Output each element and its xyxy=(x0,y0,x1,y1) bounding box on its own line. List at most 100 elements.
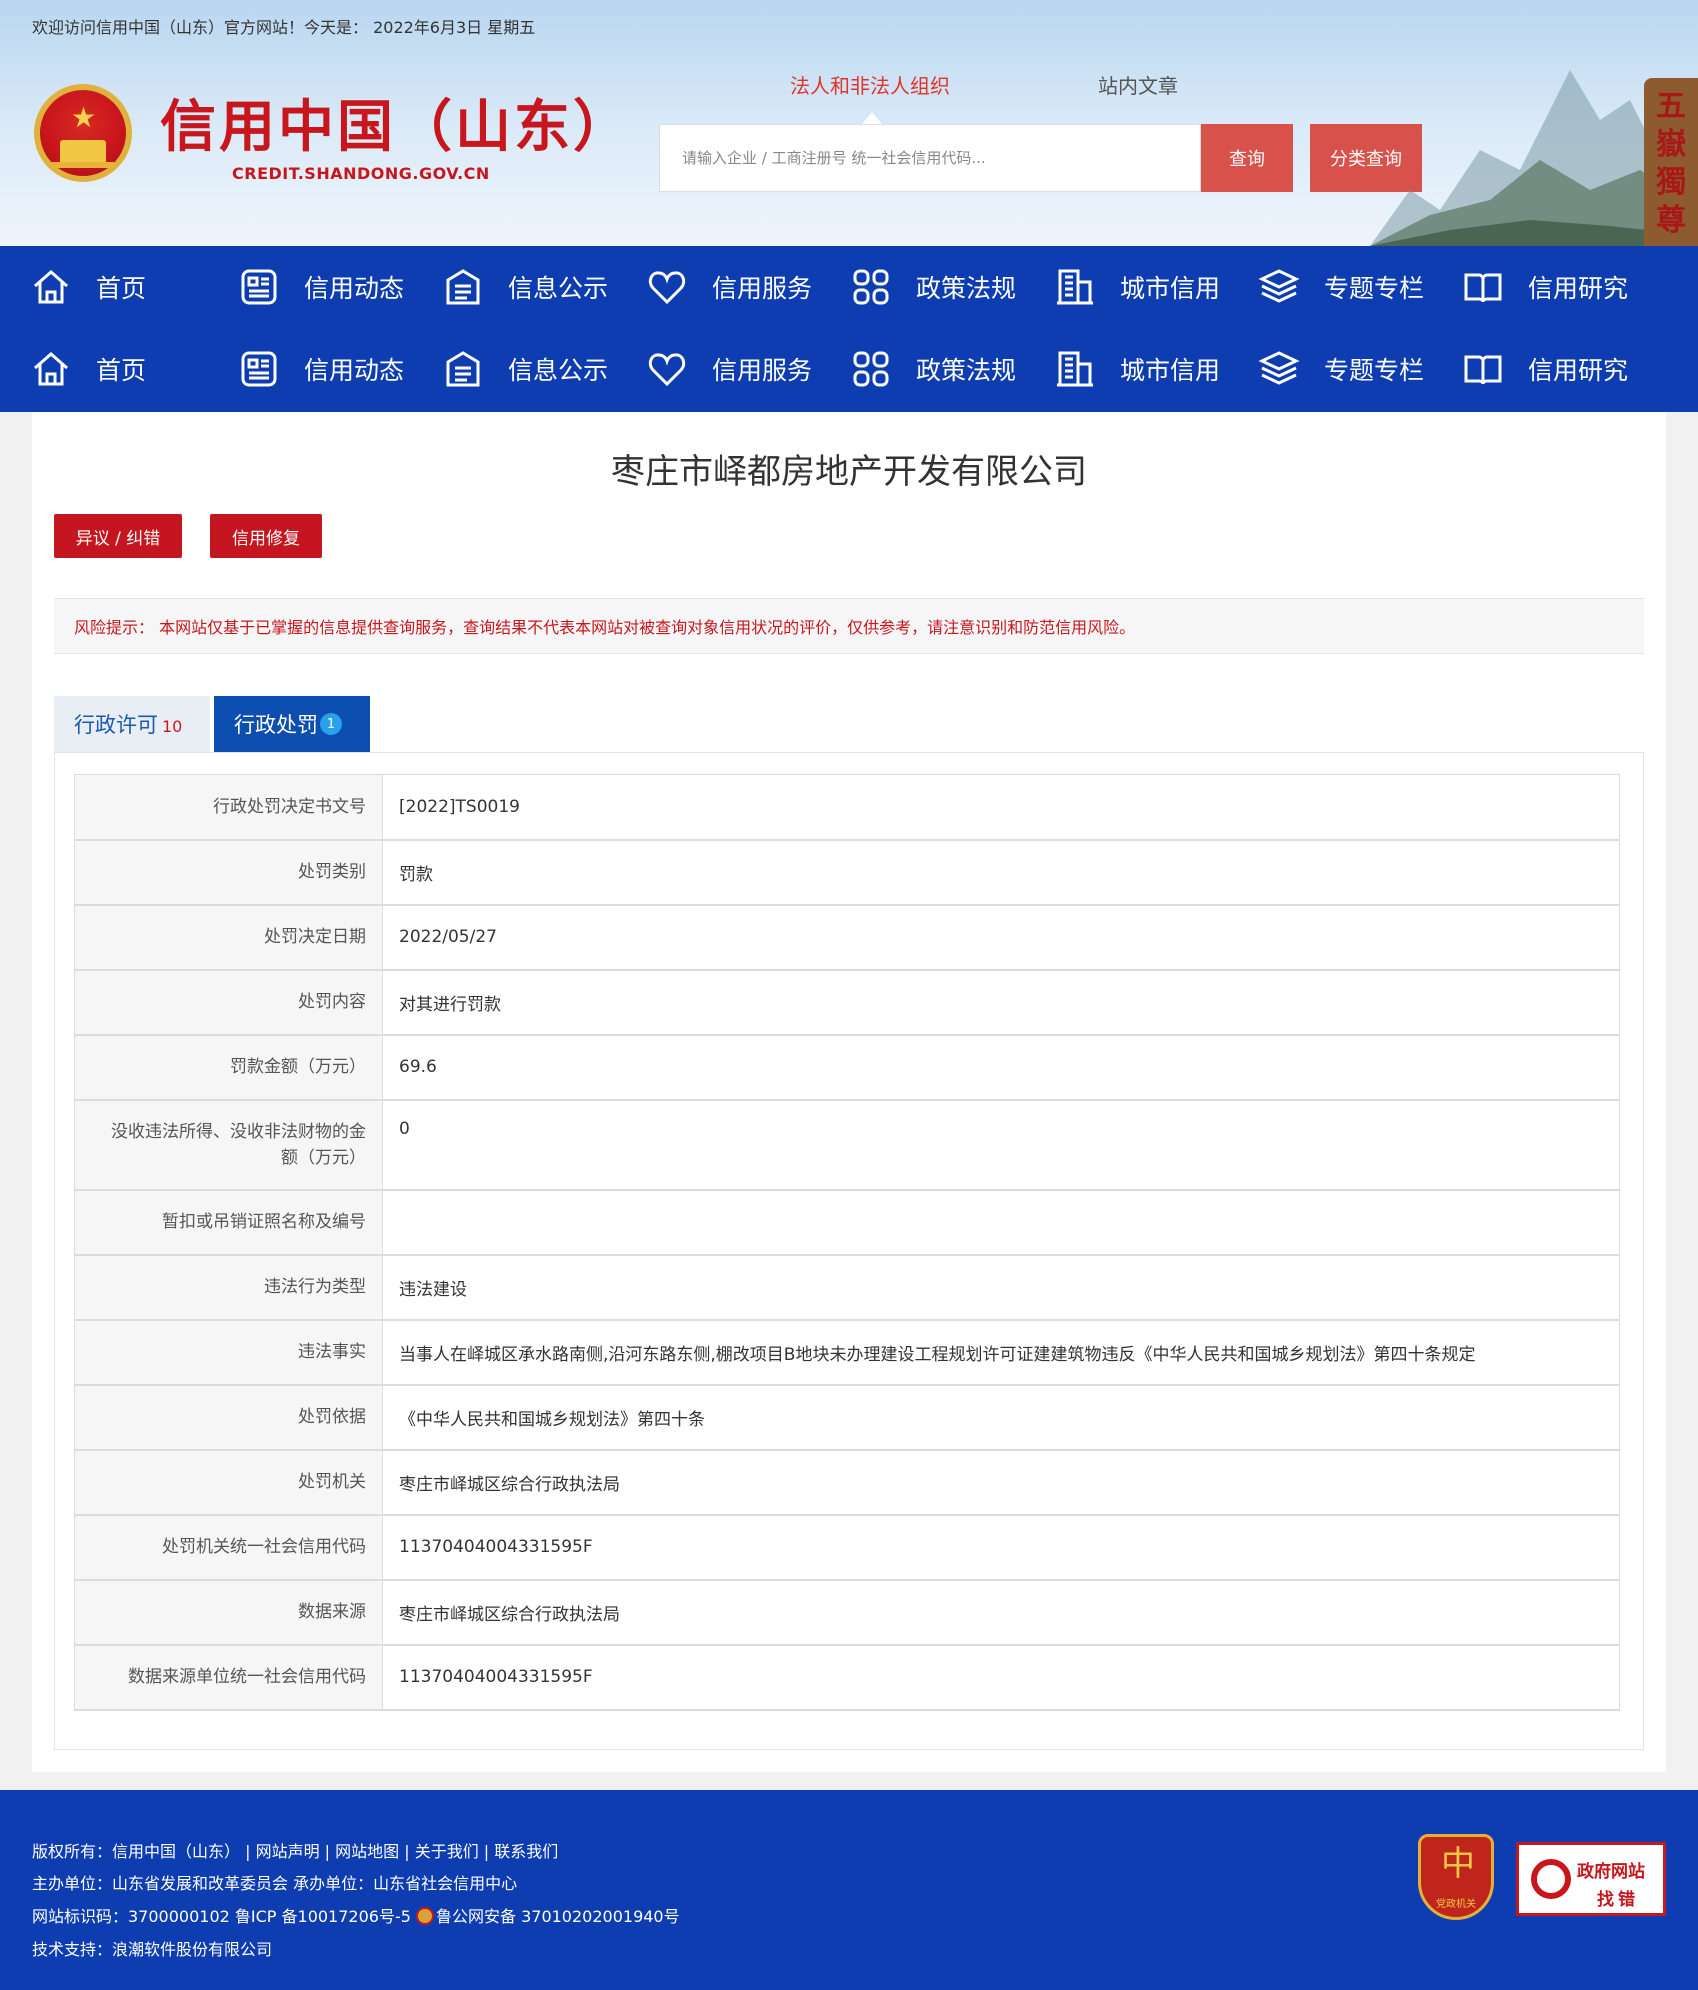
news-icon xyxy=(241,269,277,305)
nav-label: 专题专栏 xyxy=(1324,274,1425,303)
nav-label: 信用研究 xyxy=(1528,356,1629,385)
nav-item-credit-service[interactable]: 信用服务 xyxy=(646,328,812,410)
risk-notice: 风险提示： 本网站仅基于已掌握的信息提供查询服务，查询结果不代表本网站对被查询对… xyxy=(54,598,1644,654)
field-value: 11370404004331595F xyxy=(382,1514,1620,1581)
nav-label: 专题专栏 xyxy=(1324,356,1425,385)
police-badge-icon xyxy=(416,1907,434,1925)
penalty-record-table: 行政处罚决定书文号 [2022]TS0019 处罚类别 罚款 处罚决定日期 2022/… xyxy=(74,774,1620,1711)
nav-label: 政策法规 xyxy=(916,274,1017,303)
grid-icon xyxy=(853,269,889,305)
nav-row: 首页 信用动态 信息公示 信用服务 政策法规 城市信用 专题专栏 信用研究 xyxy=(0,246,1698,328)
objection-button[interactable]: 异议 / 纠错 xyxy=(54,514,182,558)
nav-label: 首页 xyxy=(96,356,147,385)
nav-label: 城市信用 xyxy=(1120,356,1221,385)
home-icon xyxy=(34,270,68,304)
layers-icon xyxy=(1258,269,1300,303)
site-footer: 版权所有：信用中国（山东） | 网站声明 | 网站地图 | 关于我们 | 联系我… xyxy=(0,1790,1698,1990)
nav-item-city-credit[interactable]: 城市信用 xyxy=(1054,246,1220,328)
nav-item-research[interactable]: 信用研究 xyxy=(1462,246,1628,328)
party-badge-label: 党政机关 xyxy=(1436,1899,1476,1910)
field-label: 处罚类别 xyxy=(74,839,383,906)
nav-item-credit-service[interactable]: 信用服务 xyxy=(646,246,812,328)
nav-label: 信用研究 xyxy=(1528,274,1629,303)
credit-repair-button[interactable]: 信用修复 xyxy=(210,514,322,558)
table-row: 处罚决定日期 2022/05/27 xyxy=(74,904,1620,971)
table-row: 违法行为类型 违法建设 xyxy=(74,1254,1620,1321)
nav-item-home[interactable]: 首页 xyxy=(30,246,146,328)
nav-item-home[interactable]: 首页 xyxy=(30,328,146,410)
tab-admin-penalty[interactable]: 行政处罚 1 xyxy=(214,696,370,752)
search-box xyxy=(659,124,1201,192)
nav-item-topics[interactable]: 专题专栏 xyxy=(1258,328,1424,410)
nav-item-credit-news[interactable]: 信用动态 xyxy=(238,328,404,410)
field-label: 罚款金额（万元） xyxy=(74,1034,383,1101)
field-value: 《中华人民共和国城乡规划法》第四十条 xyxy=(382,1384,1620,1451)
site-logo-domain: CREDIT.SHANDONG.GOV.CN xyxy=(232,164,490,183)
footer-tech-support: 技术支持：浪潮软件股份有限公司 xyxy=(32,1940,273,1959)
table-row: 行政处罚决定书文号 [2022]TS0019 xyxy=(74,774,1620,841)
site-logo-title[interactable]: 信用中国（山东） xyxy=(160,82,632,163)
gov-badge-title: 政府网站 xyxy=(1577,1862,1645,1882)
footer-icp[interactable]: 网站标识码：3700000102 鲁ICP 备10017206号-5 xyxy=(32,1907,411,1926)
table-row: 处罚机关统一社会信用代码 11370404004331595F xyxy=(74,1514,1620,1581)
gov-badge-subtitle: 找错 xyxy=(1597,1890,1639,1910)
main-content: 枣庄市峄都房地产开发有限公司 异议 / 纠错 信用修复 风险提示： 本网站仅基于… xyxy=(32,412,1666,1772)
field-value: 对其进行罚款 xyxy=(382,969,1620,1036)
field-value: 违法建设 xyxy=(382,1254,1620,1321)
heart-icon xyxy=(648,271,686,305)
nav-item-credit-news[interactable]: 信用动态 xyxy=(238,246,404,328)
footer-police-record[interactable]: 鲁公网安备 37010202001940号 xyxy=(436,1907,680,1926)
book-icon xyxy=(1464,355,1502,385)
nav-label: 信息公示 xyxy=(508,356,609,385)
field-label: 行政处罚决定书文号 xyxy=(74,774,383,841)
nav-item-info-notice[interactable]: 信息公示 xyxy=(442,328,608,410)
heart-icon xyxy=(648,353,686,387)
site-header: 欢迎访问信用中国（山东）官方网站！今天是： 2022年6月3日 星期五 ★ 信用… xyxy=(0,0,1698,246)
welcome-text: 欢迎访问信用中国（山东）官方网站！今天是： 2022年6月3日 星期五 xyxy=(32,18,536,37)
field-label: 处罚决定日期 xyxy=(74,904,383,971)
field-value: 2022/05/27 xyxy=(382,904,1620,971)
table-row: 违法事实 当事人在峄城区承水路南侧,沿河东路东侧,棚改项目B地块未办理建设工程规划… xyxy=(74,1319,1620,1386)
field-value: 11370404004331595F xyxy=(382,1644,1620,1711)
field-value: 0 xyxy=(382,1099,1620,1191)
search-input[interactable] xyxy=(660,125,1200,191)
table-row: 数据来源单位统一社会信用代码 11370404004331595F xyxy=(74,1644,1620,1711)
tab-admin-license[interactable]: 行政许可 10 xyxy=(54,696,210,752)
field-label: 数据来源 xyxy=(74,1579,383,1646)
plaque-image: 五嶽獨尊 xyxy=(1644,78,1698,246)
nav-label: 信用服务 xyxy=(712,274,813,303)
footer-copyright-links[interactable]: 版权所有：信用中国（山东） | 网站声明 | 网站地图 | 关于我们 | 联系我… xyxy=(32,1838,558,1862)
field-value xyxy=(382,1189,1620,1256)
table-row: 处罚类别 罚款 xyxy=(74,839,1620,906)
field-value: [2022]TS0019 xyxy=(382,774,1620,841)
search-tab-organizations[interactable]: 法人和非法人组织 xyxy=(790,70,950,99)
nav-item-info-notice[interactable]: 信息公示 xyxy=(442,246,608,328)
building-icon xyxy=(1057,351,1093,387)
nav-item-topics[interactable]: 专题专栏 xyxy=(1258,246,1424,328)
field-label: 处罚机关 xyxy=(74,1449,383,1516)
field-label: 暂扣或吊销证照名称及编号 xyxy=(74,1189,383,1256)
nav-label: 首页 xyxy=(96,274,147,303)
table-row: 罚款金额（万元） 69.6 xyxy=(74,1034,1620,1101)
field-label: 处罚依据 xyxy=(74,1384,383,1451)
nav-item-policy[interactable]: 政策法规 xyxy=(850,246,1016,328)
table-row: 数据来源 枣庄市峄城区综合行政执法局 xyxy=(74,1579,1620,1646)
field-label: 处罚机关统一社会信用代码 xyxy=(74,1514,383,1581)
field-label: 违法事实 xyxy=(74,1319,383,1386)
national-emblem-icon: ★ xyxy=(34,84,132,182)
main-nav: 首页 信用动态 信息公示 信用服务 政策法规 城市信用 专题专栏 信用研究 首页… xyxy=(0,246,1698,412)
nav-item-city-credit[interactable]: 城市信用 xyxy=(1054,328,1220,410)
notice-icon xyxy=(446,351,480,387)
field-label: 处罚内容 xyxy=(74,969,383,1036)
nav-label: 城市信用 xyxy=(1120,274,1221,303)
nav-item-research[interactable]: 信用研究 xyxy=(1462,328,1628,410)
table-row: 处罚机关 枣庄市峄城区综合行政执法局 xyxy=(74,1449,1620,1516)
grid-icon xyxy=(853,351,889,387)
party-government-badge-icon[interactable]: 中 党政机关 xyxy=(1418,1834,1494,1920)
search-tab-indicator xyxy=(862,112,882,124)
search-tab-articles[interactable]: 站内文章 xyxy=(1098,70,1178,99)
nav-item-policy[interactable]: 政策法规 xyxy=(850,328,1016,410)
search-button[interactable]: 查询 xyxy=(1201,124,1293,192)
gov-site-error-report-badge[interactable]: 政府网站 找错 xyxy=(1516,1842,1666,1916)
tab-label: 行政许可 xyxy=(74,713,158,737)
